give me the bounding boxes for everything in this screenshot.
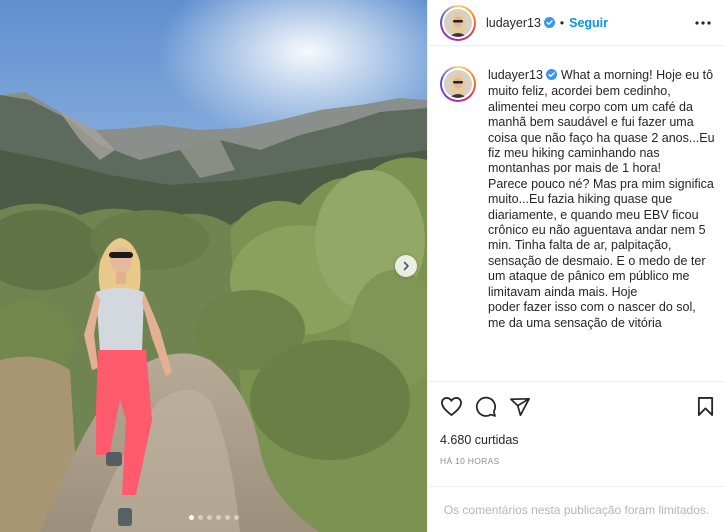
more-options-button[interactable] <box>691 17 715 29</box>
avatar-image <box>444 8 472 37</box>
caption-text: What a morning! Hoje eu tô muito feliz, … <box>488 68 715 330</box>
carousel-dot <box>233 515 239 520</box>
comment-icon <box>475 396 497 417</box>
like-button[interactable] <box>440 396 463 417</box>
post-caption: ludayer13 What a morning! Hoje eu tô muit… <box>488 68 715 331</box>
avatar[interactable] <box>440 4 476 41</box>
comments-area[interactable]: ludayer13 What a morning! Hoje eu tô muit… <box>428 46 725 381</box>
action-bar <box>428 381 725 431</box>
post-username[interactable]: ludayer13 <box>486 16 541 30</box>
heart-icon <box>441 397 462 416</box>
comments-limited-notice: Os comentários nesta publicação foram li… <box>428 486 725 532</box>
caption-column: ludayer13 What a morning! Hoje eu tô muit… <box>488 68 715 381</box>
comment-button[interactable] <box>475 396 497 418</box>
instagram-post-view: ludayer13 • Seguir ludayer13 What a morn… <box>0 0 725 532</box>
post-timestamp[interactable]: HÁ 10 HORAS <box>428 456 725 466</box>
carousel-next-button[interactable] <box>395 255 417 277</box>
carousel-dot <box>197 515 203 520</box>
share-button[interactable] <box>509 397 531 417</box>
chevron-right-icon <box>403 261 409 271</box>
more-options-icon <box>695 20 711 25</box>
carousel-dot <box>206 515 212 520</box>
save-button[interactable] <box>696 396 715 417</box>
follow-button[interactable]: Seguir <box>569 16 608 30</box>
post-header: ludayer13 • Seguir <box>428 0 725 46</box>
header-separator: • <box>559 15 565 30</box>
hiking-photo <box>0 0 427 532</box>
carousel-indicator <box>0 515 427 520</box>
caption-avatar[interactable] <box>440 66 476 102</box>
carousel-dot <box>224 515 230 520</box>
caption-username[interactable]: ludayer13 <box>488 68 543 82</box>
carousel-dot <box>215 515 221 520</box>
likes-count[interactable]: 4.680 curtidas <box>428 433 725 451</box>
avatar-image <box>444 70 472 98</box>
post-photo[interactable] <box>0 0 427 532</box>
bookmark-icon <box>697 397 714 416</box>
share-icon <box>510 397 530 416</box>
carousel-dot <box>188 515 194 520</box>
post-side-panel: ludayer13 • Seguir ludayer13 What a morn… <box>427 0 725 532</box>
verified-badge-icon <box>543 17 555 28</box>
verified-badge-icon <box>545 69 557 84</box>
